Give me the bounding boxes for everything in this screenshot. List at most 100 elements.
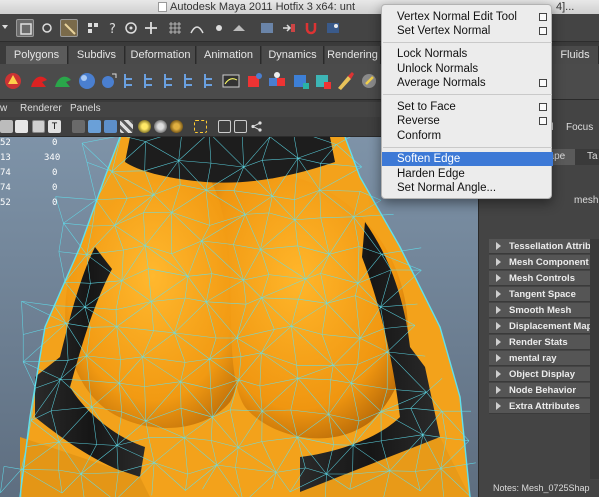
tab-subdivs[interactable]: Subdivs <box>69 46 125 64</box>
cube-shaded-icon[interactable] <box>104 120 117 133</box>
tab-polygons[interactable]: Polygons <box>6 46 68 64</box>
hierarchy-icon-5[interactable] <box>200 70 222 92</box>
hud-row: 52 0 <box>0 198 58 208</box>
component-mask-icon[interactable] <box>122 19 140 37</box>
poly-tool-icon[interactable] <box>2 70 24 92</box>
select-by-object-icon[interactable] <box>38 19 56 37</box>
expand-arrow-icon <box>496 290 501 298</box>
mesh-label: mesh <box>574 195 599 206</box>
xray-joints-icon[interactable] <box>234 120 247 133</box>
cube-teal-icon[interactable] <box>312 70 334 92</box>
section-tangent-space[interactable]: Tangent Space <box>489 287 599 302</box>
hud-row: 52 0 <box>0 138 58 148</box>
shadow-icon[interactable] <box>170 120 183 133</box>
option-box-icon[interactable] <box>539 117 547 125</box>
tab-deformation[interactable]: Deformation <box>126 46 196 64</box>
texture-toggle-icon[interactable] <box>32 120 45 133</box>
menu-item-set-vertex-normal[interactable]: Set Vertex Normal <box>382 24 553 38</box>
section-smooth-mesh[interactable]: Smooth Mesh <box>489 303 599 318</box>
focus-button[interactable]: Focus <box>566 122 593 133</box>
cube-multi-icon[interactable] <box>266 70 288 92</box>
expand-arrow-icon <box>496 370 501 378</box>
section-node-behavior[interactable]: Node Behavior <box>489 383 599 398</box>
menu-item-set-to-face[interactable]: Set to Face <box>382 100 553 114</box>
snap-grid-icon[interactable] <box>166 19 184 37</box>
checker-icon[interactable] <box>120 120 133 133</box>
red-arrow-icon[interactable] <box>28 70 50 92</box>
io-icon[interactable] <box>280 19 298 37</box>
tab-fluids[interactable]: Fluids <box>552 46 599 64</box>
hud-row: 74 0 <box>0 183 58 193</box>
hierarchy-icon-3[interactable] <box>160 70 182 92</box>
expand-arrow-icon <box>496 402 501 410</box>
window-title: Autodesk Maya 2011 Hotfix 3 x64: unt <box>170 1 356 13</box>
xray-icon[interactable] <box>218 120 231 133</box>
menu-item-conform[interactable]: Conform <box>382 129 553 143</box>
option-box-icon[interactable] <box>539 13 547 21</box>
sphere-small-icon[interactable] <box>98 70 120 92</box>
magnet-icon[interactable] <box>302 19 320 37</box>
light-icon[interactable] <box>138 120 151 133</box>
menu-item-vertex-normal-edit-tool[interactable]: Vertex Normal Edit Tool <box>382 10 553 24</box>
menu-item-harden-edge[interactable]: Harden Edge <box>382 167 553 181</box>
select-by-hierarchy-icon[interactable] <box>16 19 34 37</box>
sphere-icon[interactable] <box>76 70 98 92</box>
paint-brush-icon[interactable] <box>334 70 356 92</box>
snap-plane-icon[interactable] <box>230 19 248 37</box>
render-icon[interactable] <box>324 19 342 37</box>
cube-blue-icon[interactable] <box>290 70 312 92</box>
expand-arrow-icon <box>496 306 501 314</box>
option-box-icon[interactable] <box>539 79 547 87</box>
paint-icon[interactable] <box>358 70 380 92</box>
svg-text:?: ? <box>109 22 116 37</box>
history-icon[interactable] <box>258 19 276 37</box>
maya-window: Autodesk Maya 2011 Hotfix 3 x64: unt 4].… <box>0 0 599 497</box>
section-extra-attributes[interactable]: Extra Attributes <box>489 399 599 414</box>
question-icon[interactable]: ? <box>104 19 122 37</box>
add-icon[interactable] <box>142 19 160 37</box>
section-displacement-map[interactable]: Displacement Map <box>489 319 599 334</box>
default-light-icon[interactable] <box>72 120 85 133</box>
tab-dynamics[interactable]: Dynamics <box>262 46 324 64</box>
section-mental-ray[interactable]: mental ray <box>489 351 599 366</box>
menu-item-set-normal-angle[interactable]: Set Normal Angle... <box>382 181 553 195</box>
hierarchy-icon[interactable] <box>120 70 142 92</box>
section-render-stats[interactable]: Render Stats <box>489 335 599 350</box>
option-box-icon[interactable] <box>539 27 547 35</box>
menu-item-soften-edge[interactable]: Soften Edge <box>382 152 553 166</box>
hud-row: 13 340 <box>0 153 61 163</box>
section-mesh-component[interactable]: Mesh Component I <box>489 255 599 270</box>
tab-ta[interactable]: Ta <box>587 149 598 165</box>
hierarchy-icon-4[interactable] <box>180 70 202 92</box>
menu-item-lock-normals[interactable]: Lock Normals <box>382 47 553 61</box>
shaded-toggle-icon[interactable] <box>15 120 28 133</box>
menu-panels[interactable]: Panels <box>70 103 101 114</box>
menu-item-average-normals[interactable]: Average Normals <box>382 76 553 90</box>
text-toggle-icon[interactable]: T <box>48 120 61 133</box>
cube-view-icon[interactable] <box>88 120 101 133</box>
snap-point-icon[interactable] <box>210 19 228 37</box>
share-icon[interactable] <box>250 120 263 133</box>
snap-curve-icon[interactable] <box>188 19 206 37</box>
hud-row: 74 0 <box>0 168 58 178</box>
green-arrow-icon[interactable] <box>52 70 74 92</box>
menu-view[interactable]: w <box>0 103 7 114</box>
select-by-component-icon[interactable] <box>60 19 78 37</box>
tab-animation[interactable]: Animation <box>197 46 261 64</box>
wireframe-toggle-icon[interactable] <box>0 120 13 133</box>
option-box-icon[interactable] <box>539 103 547 111</box>
menu-item-reverse[interactable]: Reverse <box>382 114 553 128</box>
section-mesh-controls[interactable]: Mesh Controls <box>489 271 599 286</box>
section-object-display[interactable]: Object Display <box>489 367 599 382</box>
hierarchy-icon-2[interactable] <box>140 70 162 92</box>
graph-editor-icon[interactable] <box>220 70 242 92</box>
menu-renderer[interactable]: Renderer <box>20 103 62 114</box>
cube-red-icon[interactable] <box>244 70 266 92</box>
section-tessellation[interactable]: Tessellation Attrib <box>489 239 599 254</box>
selection-mask-icon[interactable] <box>84 19 102 37</box>
menu-item-unlock-normals[interactable]: Unlock Normals <box>382 62 553 76</box>
isolate-select-icon[interactable] <box>194 120 207 133</box>
sphere-light-icon[interactable] <box>154 120 167 133</box>
ae-scrollbar[interactable] <box>590 239 599 479</box>
tab-rendering[interactable]: Rendering <box>325 46 381 64</box>
